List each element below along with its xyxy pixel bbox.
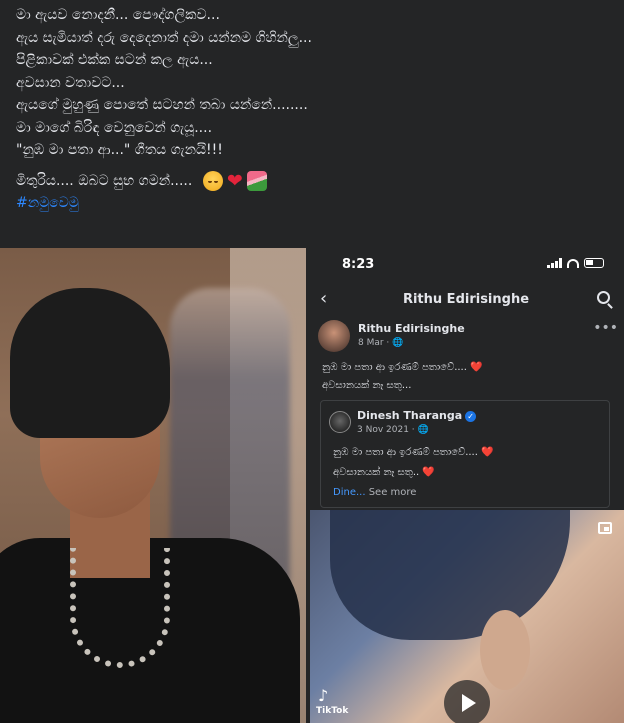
emoji-row: ❤ xyxy=(202,169,267,192)
post-text: මා ඇයව නොදනී... පෞද්ගලිකව... ඇය සැමියාත්… xyxy=(16,4,612,215)
globe-icon: 🌐 xyxy=(392,338,404,348)
more-options-icon[interactable]: ••• xyxy=(593,320,618,336)
author-name[interactable]: Rithu Edirisinghe xyxy=(358,322,465,335)
post-closing: මිතුරිය.... ඔබට සුභ ගමන්..... xyxy=(16,172,193,189)
post-body-line: අවසානයක් නෑ සතු... xyxy=(322,380,412,391)
post-line: අවසාන වතාවට... xyxy=(16,74,125,91)
wifi-icon xyxy=(567,258,579,268)
play-icon[interactable] xyxy=(444,680,490,723)
avatar[interactable] xyxy=(318,320,350,352)
tiktok-watermark: TikTok xyxy=(316,706,349,716)
red-heart-icon: ❤ xyxy=(226,169,243,192)
bouquet-icon xyxy=(246,170,267,191)
shared-author[interactable]: Dinesh Tharanga ✓ xyxy=(357,409,477,422)
page-title: Rithu Edirisinghe xyxy=(402,292,530,307)
shared-post[interactable]: Dinesh Tharanga ✓ 3 Nov 2021 · 🌐 නුඹ මා ප… xyxy=(320,400,610,508)
picture-in-picture-icon[interactable] xyxy=(598,522,612,534)
dine-link[interactable]: Dine... xyxy=(333,487,366,498)
post-header: Rithu Edirisinghe 8 Mar · 🌐 ••• xyxy=(318,320,618,356)
post-line: මා ඇයව නොදනී... පෞද්ගලිකව... xyxy=(16,7,220,23)
post-date: 8 Mar · 🌐 xyxy=(358,338,404,348)
woman-photo[interactable] xyxy=(0,248,306,723)
avatar[interactable] xyxy=(329,411,351,433)
shared-body-line: නුඹ මා පතා ආ ඉරණම් පතාවේ.... ❤️ xyxy=(333,447,494,458)
verified-badge-icon: ✓ xyxy=(465,410,477,422)
battery-icon xyxy=(584,258,604,268)
video-player[interactable]: ♪ TikTok xyxy=(310,510,624,723)
post-line: මා මාගේ බිරිඳ වෙනුවෙන් ගැයූ.... xyxy=(16,119,213,136)
necklace xyxy=(70,548,170,668)
search-icon[interactable] xyxy=(597,291,610,304)
post-body-line: නුඹ මා පතා ආ ඉරණම් පතාවේ.... ❤️ xyxy=(322,362,483,373)
phone-screenshot[interactable]: 8:23 ‹ Rithu Edirisinghe Rithu Edirising… xyxy=(308,248,624,723)
status-time: 8:23 xyxy=(342,257,375,272)
turban xyxy=(10,288,170,438)
post-line: ඇයගේ මුහුණු පොතේ සටහන් තබා යන්නේ........ xyxy=(16,97,308,113)
post-closing-line: මිතුරිය.... ඔබට සුභ ගමන්..... ❤ xyxy=(16,170,612,193)
shared-date: 3 Nov 2021 · 🌐 xyxy=(357,425,429,435)
status-bar: 8:23 xyxy=(308,248,624,282)
post-line: "නුඹ මා පතා ආ..." ගීතය ගැනයි!!! xyxy=(16,142,223,158)
signal-icon xyxy=(547,258,562,268)
see-more[interactable]: Dine... See more xyxy=(333,487,416,498)
pensive-face-icon xyxy=(202,170,223,191)
shared-body-line: අවසානයක් නෑ සතු.. ❤️ xyxy=(333,467,435,478)
post-line: පිළිකාවක් එක්ක සටන් කල ඇය... xyxy=(16,52,213,68)
globe-icon: 🌐 xyxy=(417,425,429,435)
post-line: ඇය සැමියාත් දරු දෙදෙනාත් දමා යන්නම ගිහින… xyxy=(16,29,312,46)
top-nav: ‹ Rithu Edirisinghe xyxy=(308,284,624,316)
tiktok-logo-icon: ♪ xyxy=(318,686,329,705)
see-more-link[interactable]: See more xyxy=(369,487,417,498)
hashtag-link[interactable]: #නමුවෙමු xyxy=(16,195,79,211)
